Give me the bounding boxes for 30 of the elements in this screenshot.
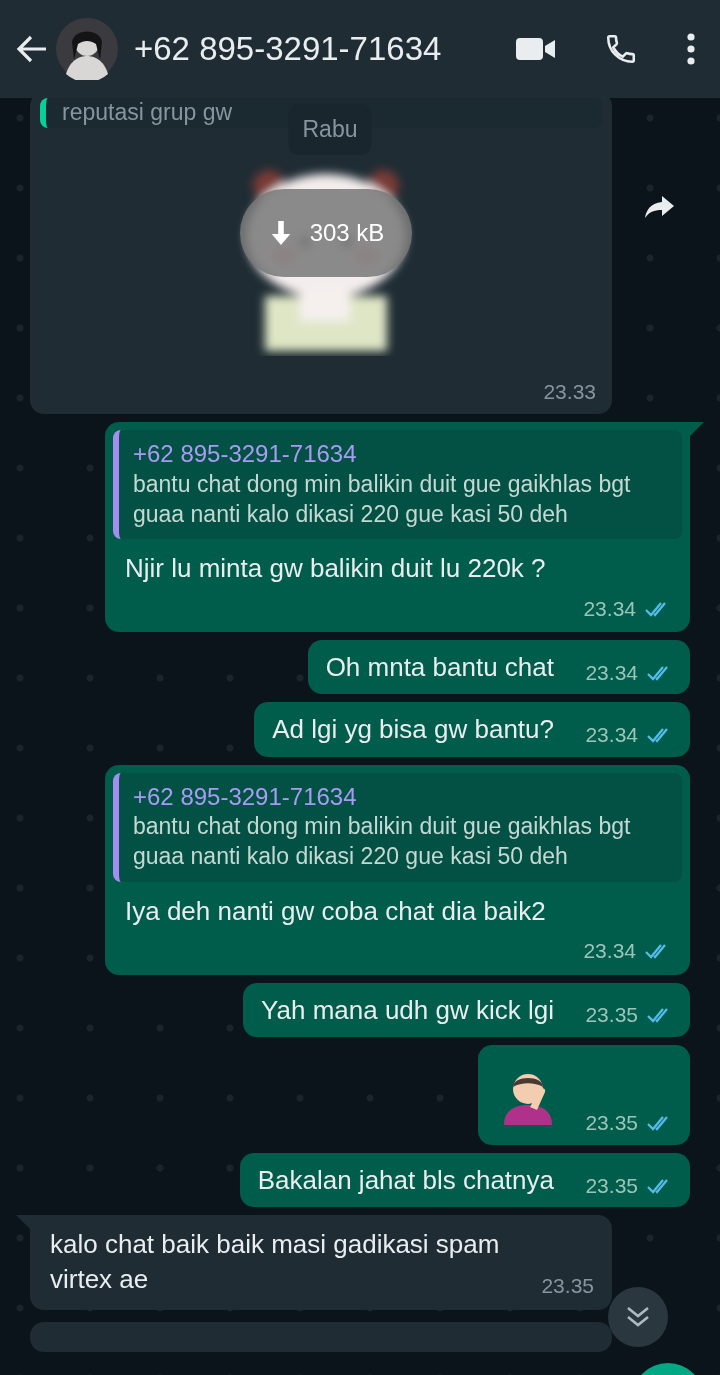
message-time: 23.34 — [583, 595, 636, 622]
message-time: 23.35 — [585, 1172, 638, 1199]
message-time: 23.34 — [585, 722, 638, 748]
message-text: Iya deh nanti gw coba chat dia baik2 — [124, 895, 547, 929]
message-text: Ad lgi yg bisa gw bantu? — [272, 714, 554, 745]
quoted-text: bantu chat dong min balikin duit gue gaikhlas bgt guaa nanti kalo dikasi 220 gue kasi 50 deh — [133, 469, 632, 529]
menu-icon[interactable] — [686, 33, 696, 65]
scroll-down-button[interactable] — [608, 1287, 668, 1347]
forward-icon[interactable] — [644, 194, 676, 220]
contact-name[interactable]: +62 895-3291-71634 — [134, 24, 516, 74]
message-time: 23.33 — [543, 379, 596, 406]
message-time: 23.34 — [583, 938, 636, 965]
quoted-author: +62 895-3291-71634 — [133, 439, 358, 469]
message-time: 23.35 — [585, 1110, 638, 1137]
video-call-icon[interactable] — [516, 36, 556, 62]
message-text: Yah mana udh gw kick lgi — [261, 994, 554, 1025]
message-time: 23.35 — [585, 1002, 638, 1029]
back-icon[interactable] — [16, 34, 48, 64]
message-time: 23.34 — [585, 659, 638, 686]
quoted-text: bantu chat dong min balikin duit gue gaikhlas bgt guaa nanti kalo dikasi 220 gue kasi 50 deh — [133, 812, 632, 872]
chevrons-down-icon — [626, 1306, 650, 1328]
message-text: Bakalan jahat bls chatnya — [257, 1165, 554, 1196]
message-time: 23.35 — [541, 1273, 594, 1300]
message-text: Oh mnta bantu chat — [325, 652, 554, 683]
message-text: kalo chat baik baik masi gadikasi spam virtex ae — [50, 1228, 501, 1296]
message-text: Njir lu minta gw balikin duit lu 220k ? — [124, 552, 547, 586]
quoted-author: +62 895-3291-71634 — [133, 781, 358, 812]
avatar[interactable] — [56, 18, 118, 80]
phone-icon[interactable] — [604, 32, 638, 66]
date-label: Rabu — [288, 104, 372, 155]
